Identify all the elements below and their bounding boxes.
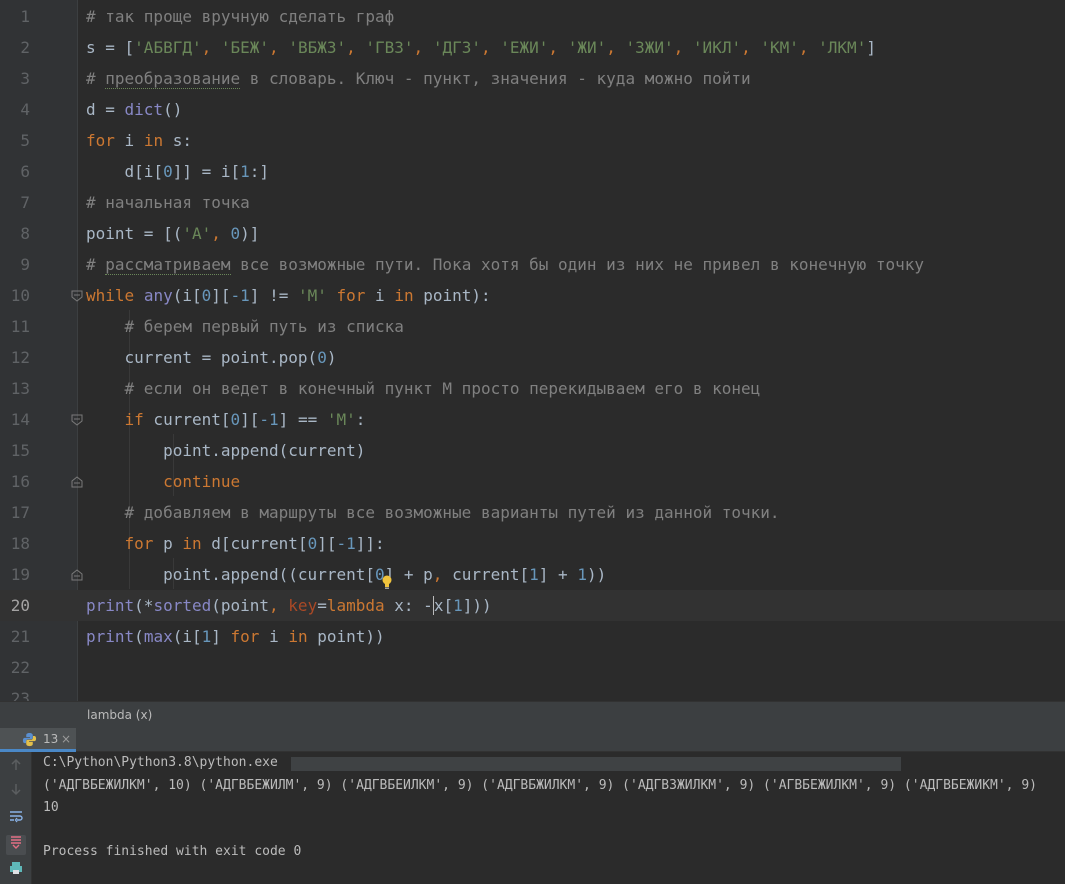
line-number: 16 (10, 472, 30, 491)
line-number: 11 (10, 317, 30, 336)
code-text: for i in s: (86, 131, 192, 150)
code-comment: # если он ведет в конечный пункт М прост… (86, 379, 761, 398)
line-number: 15 (10, 441, 30, 460)
code-line[interactable]: 22 (0, 652, 1065, 683)
line-number: 14 (10, 410, 30, 429)
line-number: 8 (20, 224, 30, 243)
code-text: print(*sorted(point, key=lambda x: -x[1]… (86, 596, 492, 615)
code-line[interactable]: 13 # если он ведет в конечный пункт М пр… (0, 373, 1065, 404)
code-text: while any(i[0][-1] != 'М' for i in point… (86, 286, 491, 305)
line-number: 12 (10, 348, 30, 367)
print-icon[interactable] (6, 861, 26, 881)
run-toolbar (0, 752, 32, 884)
line-number: 2 (20, 38, 30, 57)
code-text: continue (163, 472, 241, 491)
fold-icon[interactable] (71, 290, 83, 302)
up-arrow-icon[interactable] (6, 758, 26, 778)
console-command: C:\Python\Python3.8\python.exe (43, 755, 278, 770)
code-line[interactable]: 23 (0, 683, 1065, 701)
console-output-line: 10 (43, 800, 59, 815)
redacted-path (291, 757, 901, 771)
code-line[interactable]: 8 point = [('А', 0)] (0, 218, 1065, 249)
parameter-hint-bar: lambda (x) (0, 701, 1065, 728)
code-text: for p in d[current[0][-1]]: (124, 534, 385, 553)
code-line[interactable]: 7 # начальная точка (0, 187, 1065, 218)
code-comment: # преобразование в словарь. Ключ - пункт… (86, 69, 751, 89)
code-text: if current[0][-1] == 'М': (124, 410, 366, 429)
run-tab[interactable]: 13 × (0, 728, 76, 752)
code-comment: # начальная точка (86, 193, 250, 212)
soft-wrap-icon[interactable] (6, 809, 26, 829)
console-exit-status: Process finished with exit code 0 (43, 844, 302, 859)
code-comment: # берем первый путь из списка (86, 317, 404, 336)
code-line[interactable]: 11 # берем первый путь из списка (0, 311, 1065, 342)
code-editor[interactable]: 1 # так проще вручную сделать граф 2 s =… (0, 0, 1065, 701)
console-output-line: ('АДГВБЕЖИЛКМ', 10) ('АДГВБЕЖИЛМ', 9) ('… (43, 778, 1037, 793)
line-number: 10 (10, 286, 30, 305)
line-number: 5 (20, 131, 30, 150)
code-line[interactable]: 18 for p in d[current[0][-1]]: (0, 528, 1065, 559)
run-tab-label: 13 (43, 732, 59, 746)
code-text: d[i[0]] = i[1:] (86, 162, 270, 181)
run-console[interactable]: C:\Python\Python3.8\python.exe ('АДГВБЕЖ… (33, 752, 1065, 884)
parameter-hint: lambda (x) (87, 708, 153, 722)
code-comment: # добавляем в маршруты все возможные вар… (86, 503, 780, 522)
fold-icon[interactable] (71, 414, 83, 426)
code-text: s = ['АБВГД', 'БЕЖ', 'ВБЖЗ', 'ГВЗ', 'ДГЗ… (86, 38, 876, 57)
fold-icon[interactable] (71, 569, 83, 581)
code-line[interactable]: 9 # рассматриваем все возможные пути. По… (0, 249, 1065, 280)
code-line[interactable]: 4 d = dict() (0, 94, 1065, 125)
code-line[interactable]: 2 s = ['АБВГД', 'БЕЖ', 'ВБЖЗ', 'ГВЗ', 'Д… (0, 32, 1065, 63)
code-line-current[interactable]: 20 print(*sorted(point, key=lambda x: -x… (0, 590, 1065, 621)
code-line[interactable]: 14 if current[0][-1] == 'М': (0, 404, 1065, 435)
line-number: 1 (20, 7, 30, 26)
code-comment: # рассматриваем все возможные пути. Пока… (86, 255, 925, 275)
code-line[interactable]: 10 while any(i[0][-1] != 'М' for i in po… (0, 280, 1065, 311)
code-line[interactable]: 1 # так проще вручную сделать граф (0, 1, 1065, 32)
fold-icon[interactable] (71, 476, 83, 488)
line-number: 7 (20, 193, 30, 212)
line-number: 6 (20, 162, 30, 181)
code-text: point.append(current) (86, 441, 366, 460)
line-number: 21 (10, 627, 30, 646)
bulb-icon[interactable] (381, 575, 393, 589)
down-arrow-icon[interactable] (6, 782, 26, 802)
line-number: 13 (10, 379, 30, 398)
code-text: point.append((current[0] + p, current[1]… (86, 565, 607, 584)
line-number: 18 (10, 534, 30, 553)
code-line[interactable]: 16 continue (0, 466, 1065, 497)
line-number: 3 (20, 69, 30, 88)
code-line[interactable]: 21 print(max(i[1] for i in point)) (0, 621, 1065, 652)
code-line[interactable]: 6 d[i[0]] = i[1:] (0, 156, 1065, 187)
scroll-to-end-icon[interactable] (6, 835, 26, 855)
code-line[interactable]: 15 point.append(current) (0, 435, 1065, 466)
line-number: 20 (10, 596, 30, 615)
code-comment: # так проще вручную сделать граф (86, 7, 395, 26)
code-text: print(max(i[1] for i in point)) (86, 627, 385, 646)
code-line[interactable]: 12 current = point.pop(0) (0, 342, 1065, 373)
run-tool-window-header: 13 × (0, 728, 1065, 752)
python-icon (22, 732, 37, 747)
line-number: 9 (20, 255, 30, 274)
code-text: point = [('А', 0)] (86, 224, 260, 243)
close-icon[interactable]: × (61, 728, 71, 750)
line-number: 17 (10, 503, 30, 522)
line-number: 22 (10, 658, 30, 677)
code-line[interactable]: 19 point.append((current[0] + p, current… (0, 559, 1065, 590)
code-line[interactable]: 17 # добавляем в маршруты все возможные … (0, 497, 1065, 528)
code-text: d = dict() (86, 100, 183, 119)
line-number: 23 (10, 689, 30, 701)
code-text: current = point.pop(0) (86, 348, 337, 367)
line-number: 19 (10, 565, 30, 584)
text-caret: x (432, 596, 444, 615)
code-line[interactable]: 3 # преобразование в словарь. Ключ - пун… (0, 63, 1065, 94)
line-number: 4 (20, 100, 30, 119)
code-line[interactable]: 5 for i in s: (0, 125, 1065, 156)
